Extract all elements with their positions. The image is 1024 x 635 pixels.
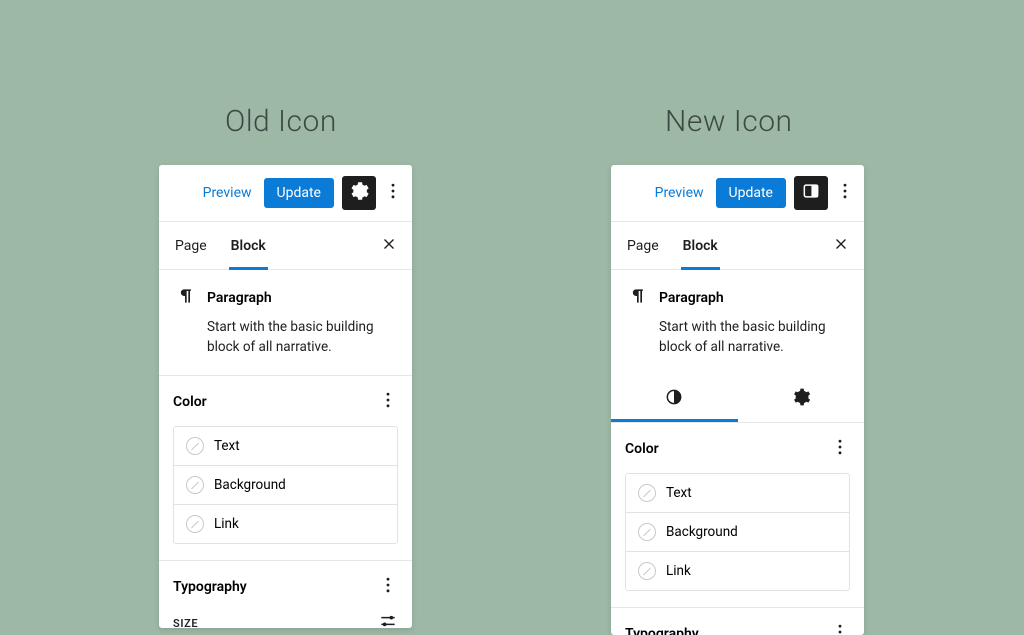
gear-icon <box>349 181 369 205</box>
editor-toolbar: Preview Update <box>159 165 412 222</box>
close-icon <box>832 241 850 257</box>
swatch-none-icon <box>638 523 656 541</box>
more-vertical-icon <box>835 181 855 205</box>
close-icon <box>380 241 398 257</box>
inspector-tabs: Page Block <box>611 222 864 270</box>
color-section-options[interactable] <box>378 390 398 414</box>
close-inspector-button[interactable] <box>380 235 398 257</box>
caption-new-icon: New Icon <box>665 104 793 139</box>
more-vertical-icon <box>378 395 398 414</box>
more-vertical-icon <box>830 627 850 635</box>
color-row-background[interactable]: Background <box>174 465 397 504</box>
typography-section-options[interactable] <box>378 575 398 599</box>
update-button[interactable]: Update <box>264 178 334 208</box>
more-vertical-icon <box>383 181 403 205</box>
color-row-link[interactable]: Link <box>626 551 849 590</box>
more-vertical-icon <box>378 580 398 599</box>
swatch-none-icon <box>186 437 204 455</box>
tab-block[interactable]: Block <box>229 222 268 270</box>
caption-old-icon: Old Icon <box>225 104 337 139</box>
color-section: Color Text Background Lin <box>159 376 412 561</box>
half-circle-icon <box>664 387 684 411</box>
inspector-tabs: Page Block <box>159 222 412 270</box>
subtab-settings[interactable] <box>738 375 865 422</box>
more-options-button[interactable] <box>384 181 402 205</box>
color-section-title: Color <box>625 441 659 457</box>
sidebar-icon <box>801 181 821 205</box>
preview-button[interactable]: Preview <box>651 180 708 206</box>
color-row-background[interactable]: Background <box>626 512 849 551</box>
color-row-label: Background <box>666 524 738 540</box>
color-row-label: Background <box>214 477 286 493</box>
more-options-button[interactable] <box>836 181 854 205</box>
color-row-label: Text <box>666 485 692 501</box>
block-name: Paragraph <box>659 290 724 306</box>
swatch-none-icon <box>186 515 204 533</box>
editor-toolbar: Preview Update <box>611 165 864 222</box>
color-section: Color Text Background Lin <box>611 423 864 608</box>
color-row-text[interactable]: Text <box>626 474 849 512</box>
tab-page[interactable]: Page <box>173 222 209 270</box>
settings-button[interactable] <box>342 176 376 210</box>
typography-section: Typography <box>611 608 864 635</box>
swatch-none-icon <box>186 476 204 494</box>
tab-block[interactable]: Block <box>681 222 720 270</box>
block-description: Paragraph Start with the basic building … <box>159 270 412 376</box>
sliders-icon <box>378 616 398 628</box>
block-description-text: Start with the basic building block of a… <box>175 318 398 357</box>
update-button[interactable]: Update <box>716 178 786 208</box>
color-row-link[interactable]: Link <box>174 504 397 543</box>
block-description: Paragraph Start with the basic building … <box>611 270 864 375</box>
swatch-none-icon <box>638 484 656 502</box>
color-row-label: Link <box>214 516 239 532</box>
color-row-label: Text <box>214 438 240 454</box>
paragraph-icon <box>627 286 647 310</box>
typography-section-options[interactable] <box>830 622 850 635</box>
typography-section-title: Typography <box>625 626 699 635</box>
more-vertical-icon <box>830 442 850 461</box>
color-section-title: Color <box>173 394 207 410</box>
tab-page[interactable]: Page <box>625 222 661 270</box>
typography-section: Typography SIZE Default <box>159 561 412 628</box>
typography-section-title: Typography <box>173 579 247 595</box>
close-inspector-button[interactable] <box>832 235 850 257</box>
gear-icon <box>791 387 811 411</box>
color-section-options[interactable] <box>830 437 850 461</box>
color-row-text[interactable]: Text <box>174 427 397 465</box>
block-name: Paragraph <box>207 290 272 306</box>
panel-new: Preview Update Page Block <box>611 165 864 635</box>
style-subtabs <box>611 375 864 423</box>
color-row-label: Link <box>666 563 691 579</box>
block-description-text: Start with the basic building block of a… <box>627 318 850 357</box>
size-custom-toggle[interactable] <box>378 611 398 628</box>
settings-button[interactable] <box>794 176 828 210</box>
swatch-none-icon <box>638 562 656 580</box>
paragraph-icon <box>175 286 195 310</box>
size-label: SIZE <box>173 617 198 628</box>
subtab-styles[interactable] <box>611 375 738 422</box>
preview-button[interactable]: Preview <box>199 180 256 206</box>
panel-old: Preview Update Page Block <box>159 165 412 628</box>
